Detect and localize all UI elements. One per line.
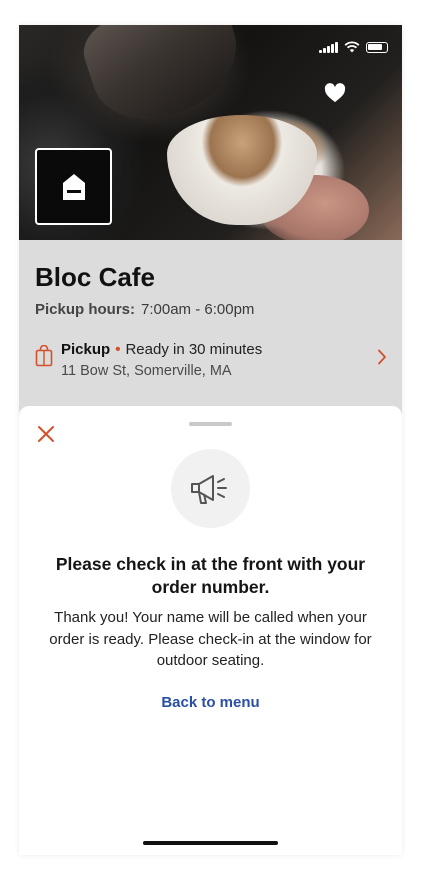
- sheet-drag-handle[interactable]: [189, 422, 232, 426]
- cellular-signal-icon: [319, 41, 338, 53]
- hero-image: [19, 25, 402, 240]
- separator-dot: •: [115, 341, 121, 358]
- back-to-menu-link[interactable]: Back to menu: [109, 694, 312, 711]
- pickup-summary: Pickup • Ready in 30 minutes: [61, 341, 262, 358]
- store-info-section: Bloc Cafe Pickup hours: 7:00am - 6:00pm P…: [19, 240, 402, 420]
- battery-icon: [366, 41, 388, 53]
- megaphone-icon: [190, 474, 227, 504]
- home-indicator[interactable]: [143, 841, 278, 845]
- store-address: 11 Bow St, Somerville, MA: [61, 363, 232, 379]
- pickup-hours: Pickup hours: 7:00am - 6:00pm: [35, 301, 254, 318]
- ready-time: Ready in 30 minutes: [125, 341, 263, 358]
- check-in-headline: Please check in at the front with your o…: [55, 554, 366, 597]
- check-in-sheet: Please check in at the front with your o…: [19, 406, 402, 855]
- bag-icon: [35, 345, 53, 367]
- check-in-message: Thank you! Your name will be called when…: [49, 609, 372, 669]
- megaphone-badge: [171, 449, 250, 528]
- store-logo-icon: [62, 173, 85, 200]
- pickup-hours-value: 7:00am - 6:00pm: [141, 301, 255, 318]
- store-name: Bloc Cafe: [35, 262, 155, 292]
- wifi-icon: [344, 41, 360, 53]
- chevron-right-icon[interactable]: [377, 349, 387, 365]
- close-icon[interactable]: [36, 424, 56, 444]
- heart-icon[interactable]: [324, 83, 346, 103]
- pickup-mode: Pickup: [61, 341, 111, 358]
- status-bar: [319, 41, 388, 53]
- pickup-hours-label: Pickup hours:: [35, 301, 136, 318]
- store-logo: [35, 148, 112, 225]
- pickup-details-row[interactable]: Pickup • Ready in 30 minutes 11 Bow St, So…: [35, 341, 387, 383]
- app-screen: Bloc Cafe Pickup hours: 7:00am - 6:00pm P…: [19, 25, 402, 855]
